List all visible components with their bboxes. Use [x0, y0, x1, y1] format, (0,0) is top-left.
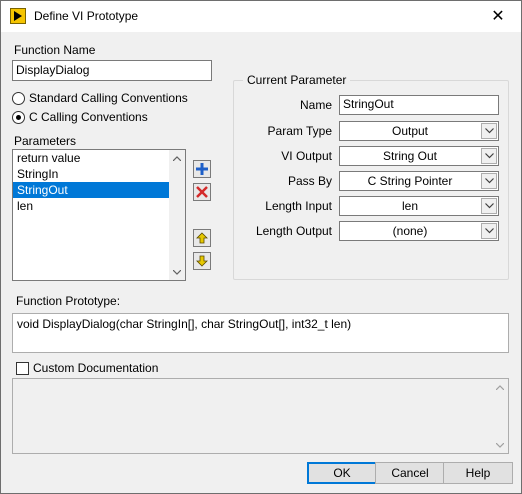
param-type-value: Output — [391, 124, 429, 138]
title-bar: Define VI Prototype ✕ — [1, 1, 521, 32]
move-up-button[interactable] — [193, 229, 211, 247]
scroll-down-icon — [492, 437, 508, 453]
scroll-down-icon[interactable] — [169, 264, 185, 280]
param-type-select[interactable]: Output — [339, 121, 499, 141]
parameters-list[interactable]: return value StringIn StringOut len — [12, 149, 186, 281]
pass-by-label: Pass By — [287, 174, 332, 188]
list-item-selected[interactable]: StringOut — [13, 182, 169, 198]
standard-calling-label: Standard Calling Conventions — [29, 91, 188, 105]
parameters-label: Parameters — [14, 134, 77, 148]
scroll-up-icon[interactable] — [169, 150, 185, 166]
list-item[interactable]: len — [13, 198, 169, 214]
labview-icon — [10, 8, 26, 24]
close-icon[interactable]: ✕ — [475, 1, 521, 31]
vi-output-select[interactable]: String Out — [339, 146, 499, 166]
function-prototype-text: void DisplayDialog(char StringIn[], char… — [12, 313, 509, 353]
dialog-window: Define VI Prototype ✕ Function Name Disp… — [0, 0, 522, 494]
move-down-icon — [196, 255, 208, 267]
vi-output-label: VI Output — [281, 149, 332, 163]
current-parameter-title: Current Parameter — [243, 73, 351, 87]
radio-indicator-checked — [12, 110, 25, 124]
help-button[interactable]: Help — [443, 462, 513, 484]
function-name-label: Function Name — [14, 43, 96, 57]
length-output-value: (none) — [392, 224, 428, 238]
c-calling-label: C Calling Conventions — [29, 110, 148, 124]
move-down-button[interactable] — [193, 252, 211, 270]
custom-documentation-label: Custom Documentation — [33, 361, 159, 375]
remove-parameter-button[interactable] — [193, 183, 211, 201]
vi-output-value: String Out — [382, 149, 438, 163]
cancel-button[interactable]: Cancel — [375, 462, 445, 484]
function-prototype-label: Function Prototype: — [16, 294, 121, 308]
length-output-select[interactable]: (none) — [339, 221, 499, 241]
chevron-down-icon[interactable] — [481, 123, 497, 139]
chevron-down-icon[interactable] — [481, 148, 497, 164]
chevron-down-icon[interactable] — [481, 173, 497, 189]
function-name-input[interactable]: DisplayDialog — [12, 60, 212, 81]
list-scrollbar[interactable] — [169, 150, 185, 280]
ok-button[interactable]: OK — [307, 462, 377, 484]
param-type-label: Param Type — [267, 124, 332, 138]
chevron-down-icon[interactable] — [481, 223, 497, 239]
chevron-down-icon[interactable] — [481, 198, 497, 214]
length-output-label: Length Output — [255, 224, 332, 238]
pass-by-value: C String Pointer — [367, 174, 453, 188]
pass-by-select[interactable]: C String Pointer — [339, 171, 499, 191]
scroll-up-icon — [492, 379, 508, 395]
parameter-name-input[interactable]: StringOut — [339, 95, 499, 115]
doc-scrollbar — [492, 379, 508, 453]
checkbox-indicator — [16, 361, 29, 375]
c-calling-radio[interactable]: C Calling Conventions — [12, 110, 148, 124]
standard-calling-radio[interactable]: Standard Calling Conventions — [12, 91, 188, 105]
length-input-value: len — [401, 199, 418, 213]
length-input-select[interactable]: len — [339, 196, 499, 216]
list-item[interactable]: return value — [13, 150, 169, 166]
radio-indicator — [12, 91, 25, 105]
custom-documentation-checkbox[interactable]: Custom Documentation — [16, 361, 158, 375]
documentation-textarea — [12, 378, 509, 454]
name-label: Name — [299, 98, 332, 112]
add-parameter-button[interactable] — [193, 160, 211, 178]
remove-icon — [196, 186, 208, 198]
add-icon — [196, 163, 208, 175]
length-input-label: Length Input — [265, 199, 332, 213]
move-up-icon — [196, 232, 208, 244]
window-title: Define VI Prototype — [34, 9, 139, 23]
list-item[interactable]: StringIn — [13, 166, 169, 182]
